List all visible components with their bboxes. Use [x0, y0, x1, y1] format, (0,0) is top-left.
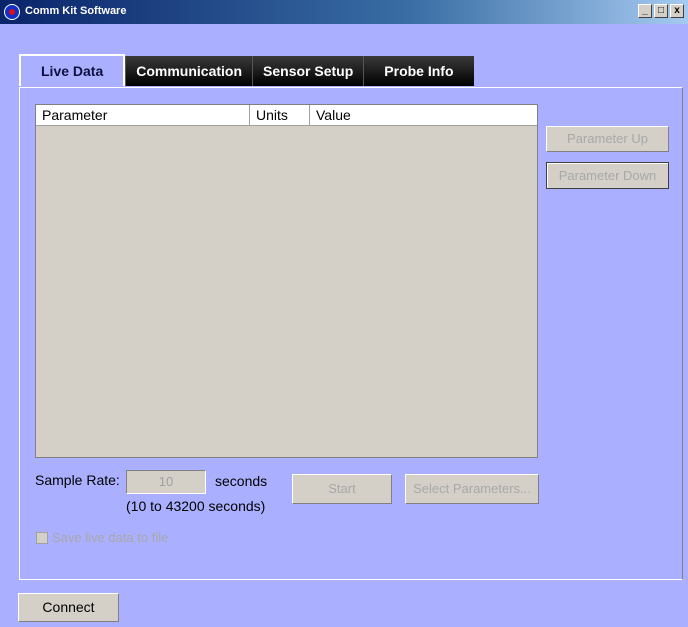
- column-header-units[interactable]: Units: [250, 105, 310, 125]
- save-live-data-checkbox[interactable]: [36, 532, 48, 544]
- tab-sensor-setup[interactable]: Sensor Setup: [252, 56, 364, 86]
- parameter-down-button[interactable]: Parameter Down: [546, 162, 669, 189]
- parameter-up-button[interactable]: Parameter Up: [546, 126, 669, 152]
- connect-button[interactable]: Connect: [18, 593, 119, 622]
- parameter-list[interactable]: Parameter Units Value: [35, 104, 538, 458]
- list-header: Parameter Units Value: [36, 105, 537, 126]
- seconds-label: seconds: [215, 473, 268, 489]
- save-live-data-label: Save live data to file: [52, 530, 169, 545]
- window-controls: _ □ x: [638, 4, 684, 18]
- maximize-button[interactable]: □: [654, 4, 668, 18]
- tab-probe-info[interactable]: Probe Info: [363, 56, 474, 86]
- column-header-value[interactable]: Value: [310, 105, 537, 125]
- tab-communication[interactable]: Communication: [125, 56, 253, 86]
- close-button[interactable]: x: [670, 4, 684, 18]
- sample-rate-input[interactable]: 10: [126, 470, 206, 494]
- window-title: Comm Kit Software: [25, 5, 127, 17]
- app-icon: [4, 4, 20, 20]
- start-button[interactable]: Start: [292, 474, 392, 504]
- column-header-parameter[interactable]: Parameter: [36, 105, 250, 125]
- minimize-button[interactable]: _: [638, 4, 652, 18]
- sample-rate-range-label: (10 to 43200 seconds): [126, 498, 266, 514]
- tab-bar: Live Data Communication Sensor Setup Pro…: [19, 54, 474, 86]
- select-parameters-button[interactable]: Select Parameters...: [405, 474, 539, 504]
- tab-live-data[interactable]: Live Data: [19, 54, 126, 86]
- sample-rate-label: Sample Rate:: [35, 472, 120, 488]
- title-bar: Comm Kit Software _ □ x: [0, 0, 688, 24]
